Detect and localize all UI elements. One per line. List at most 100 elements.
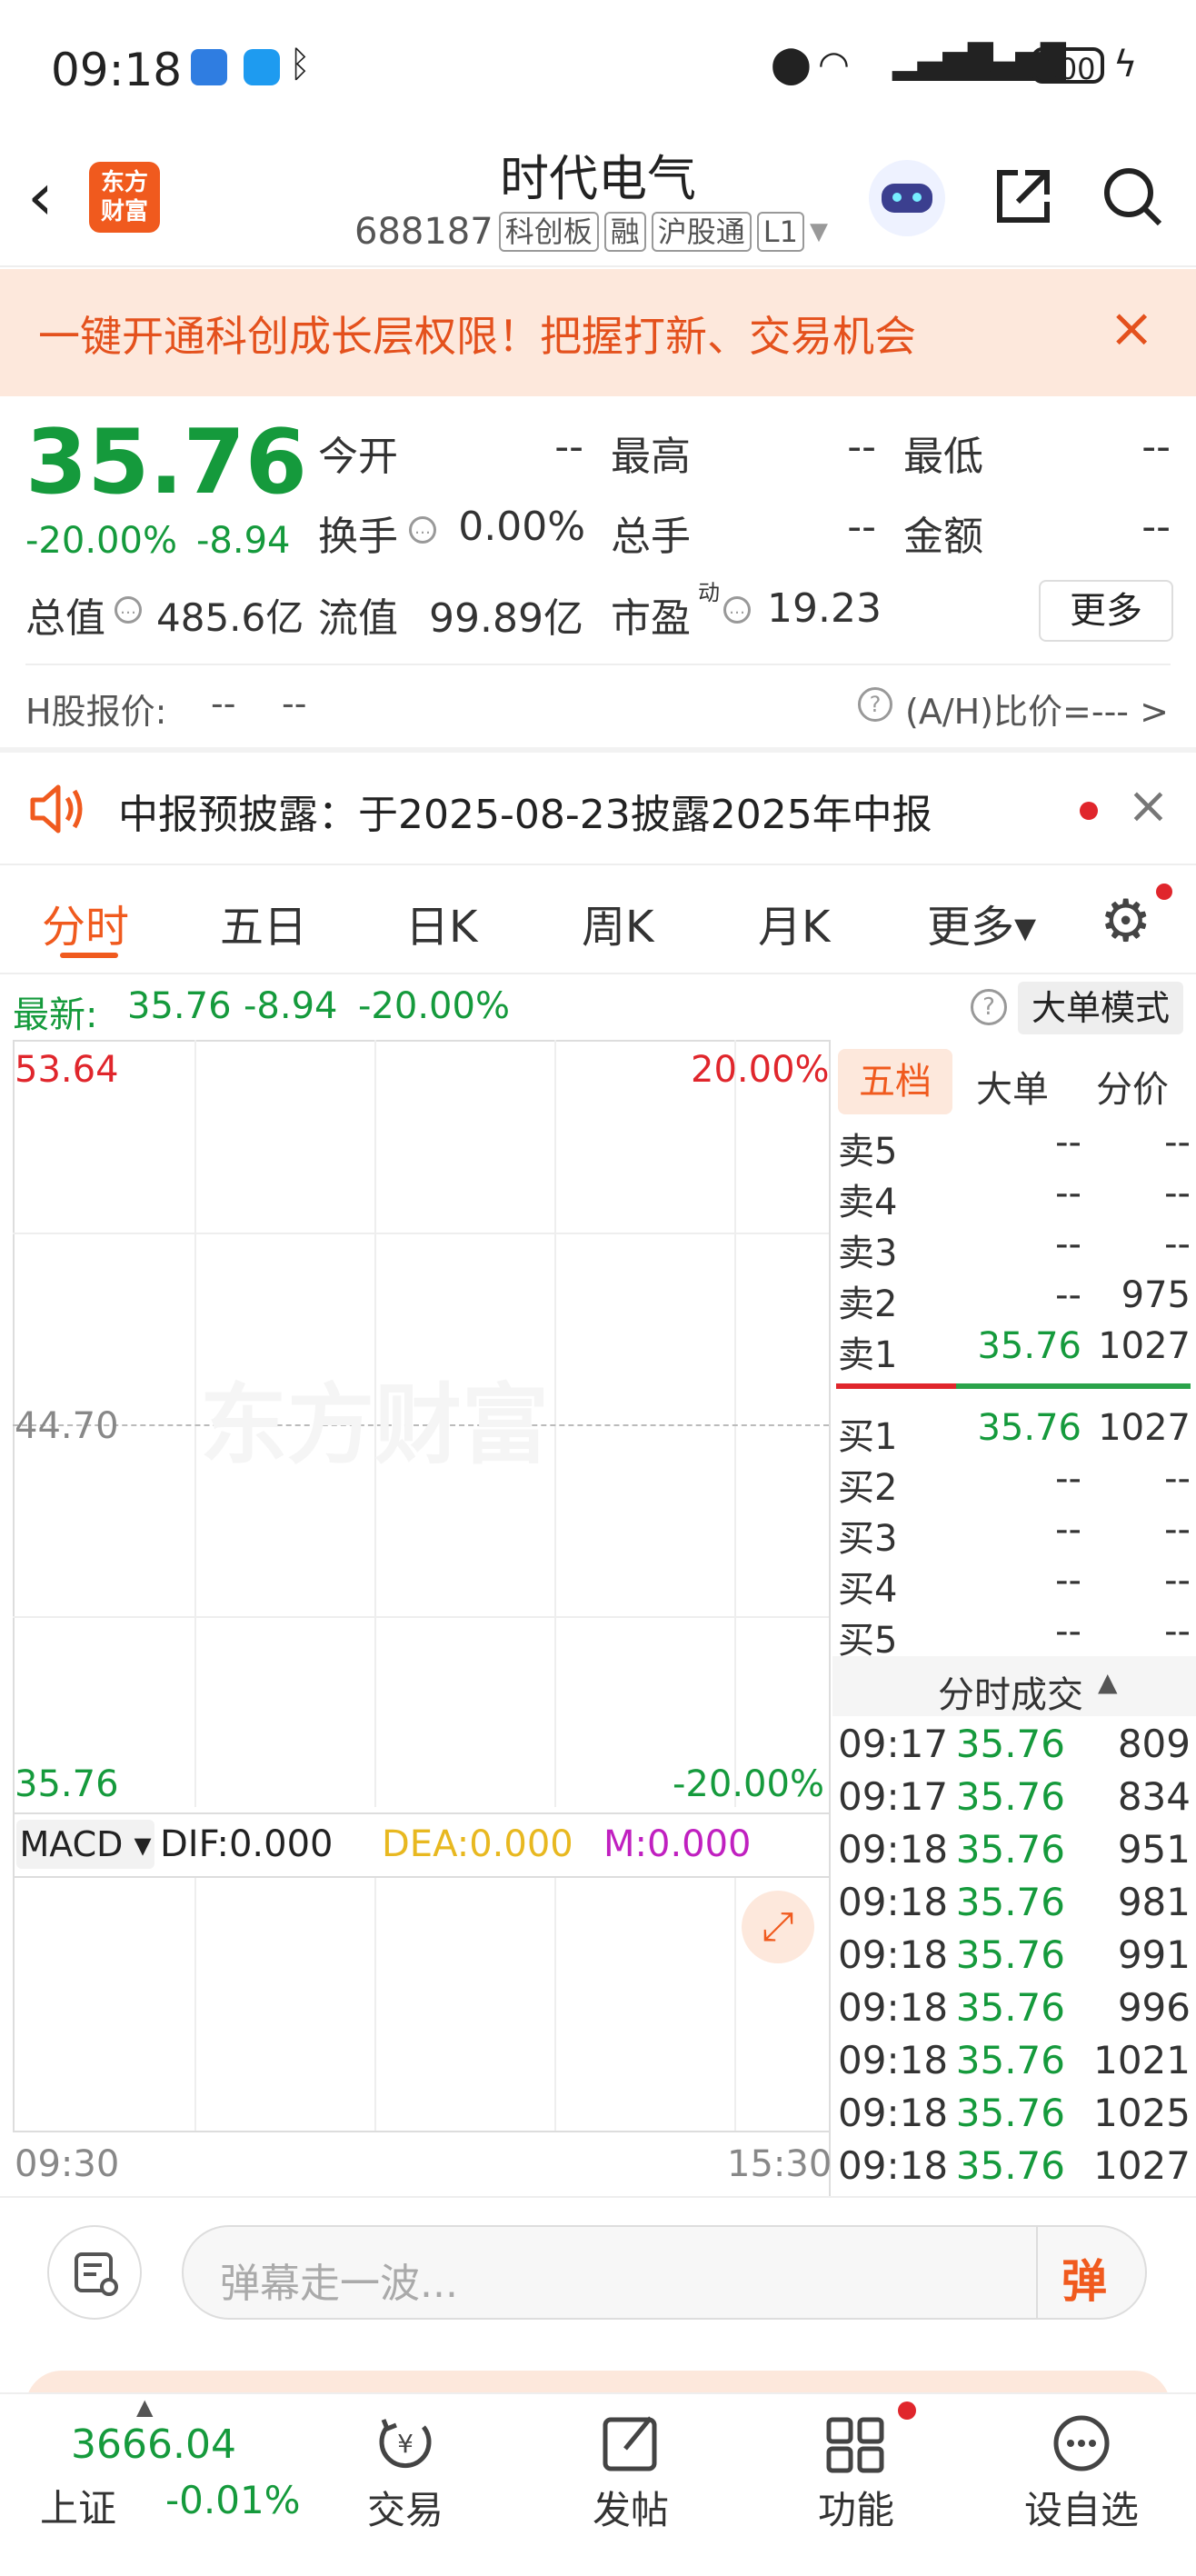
volume-label: 总手 [611,514,691,560]
big-order-mode-button[interactable]: 大单模式 [1018,982,1183,1034]
turnover-value: 0.00% [458,504,585,550]
bid-price: 35.76 [977,1407,1081,1449]
current-price: 35.76 [25,411,307,514]
ask-label: 卖5 [838,1131,898,1173]
settings-gear-icon[interactable]: ⚙ [1100,893,1151,951]
tab-monthly-k[interactable]: 月K [758,891,830,954]
close-banner-icon[interactable]: × [1109,296,1154,360]
search-icon[interactable] [1100,164,1165,229]
tab-more[interactable]: 更多▾ [927,891,1036,954]
mcap-info-icon[interactable]: … [115,596,142,624]
info-icon[interactable]: … [409,516,436,544]
grid-icon [774,2407,938,2480]
index-up-caret-icon: ▲ [136,2394,154,2420]
expand-chevron-icon[interactable]: ▼ [810,218,828,245]
trade-vol: 809 [1117,1722,1191,1766]
notice-bar[interactable]: 中报预披露：于2025-08-23披露2025年中报 × [0,754,1196,864]
danmu-toggle-icon[interactable] [47,2225,142,2320]
wifi-icon: ◠ [818,44,850,85]
chart-top-price: 53.64 [15,1049,119,1091]
trade-time: 09:18 [838,1827,949,1872]
indicator-selector[interactable]: MACD ▾ [16,1820,154,1869]
trade-price: 35.76 [955,1827,1065,1872]
index-name[interactable]: 上证 [40,2478,116,2533]
latest-help-icon[interactable]: ? [971,989,1007,1025]
tab-price-dist[interactable]: 分价 [1096,1060,1169,1113]
tag-level: L1 [756,212,804,252]
macd-dea: DEA:0.000 [382,1823,573,1865]
tag-margin: 融 [603,212,646,252]
trades-title: 分时成交 [938,1674,1083,1716]
promo-banner[interactable]: 一键开通科创成长层权限！把握打新、交易机会 × [0,269,1196,396]
amount-label: 金额 [903,514,983,560]
bid-vol: -- [1164,1611,1191,1652]
trade-vol: 991 [1117,1932,1191,1977]
trade-time: 09:18 [838,1985,949,2030]
trade-time: 09:18 [838,2091,949,2135]
chart-top-border [13,1040,829,1042]
trade-vol: 981 [1117,1880,1191,1924]
expand-icon[interactable]: ⤢ [742,1891,814,1963]
tab-daily-k[interactable]: 日K [405,891,477,954]
grid-line [13,1233,829,1234]
nav-post[interactable]: 发帖 [549,2394,713,2535]
pe-info-icon[interactable]: … [723,596,751,624]
bid-row: 买2 -- -- [838,1458,1191,1509]
trades-header[interactable]: 分时成交 ▲ [832,1656,1196,1716]
ai-assistant-icon[interactable] [869,160,945,236]
latest-change: -8.94 [244,985,338,1027]
macd-dif: DIF:0.000 [160,1823,334,1865]
ask-vol: 1027 [1098,1325,1191,1367]
nav-add-watchlist[interactable]: 设自选 [1000,2394,1163,2535]
bid-price: -- [1055,1560,1081,1602]
tab-five-levels[interactable]: 五档 [838,1049,952,1114]
tab-big-orders[interactable]: 大单 [976,1060,1049,1113]
trade-vol: 996 [1117,1985,1191,2030]
more-button[interactable]: 更多 [1039,580,1173,642]
ah-ratio[interactable]: (A/H)比价=--- > [905,684,1169,734]
bid-vol: -- [1164,1560,1191,1602]
danmu-send-button[interactable]: 弹 [1061,2245,1107,2311]
more-dots-icon [1000,2407,1163,2480]
help-icon[interactable]: ? [858,687,892,722]
turnover-label: 换手 [318,514,398,560]
ask-bar [836,1383,956,1389]
bid-vol: 1027 [1098,1407,1191,1449]
tab-five-day[interactable]: 五日 [220,891,307,954]
sort-up-icon: ▲ [1098,1667,1118,1697]
unread-dot [1080,802,1098,820]
share-icon[interactable] [991,164,1056,229]
header-divider [0,265,1196,267]
float-label: 流值 [318,595,398,642]
ask-vol: -- [1164,1173,1191,1214]
tabs-divider [0,973,1196,974]
danmu-placeholder: 弹幕走一波... [220,2261,458,2307]
ask-vol: -- [1164,1122,1191,1163]
close-notice-icon[interactable]: × [1127,776,1170,835]
grid-line [13,1616,829,1618]
status-bar: 09:18 ᛒ ⬤ ◠ ▂▄▆█ ▂▄▆█ 100 ϟ [0,0,1196,145]
grid-line [554,1878,556,2132]
trade-vol: 951 [1117,1827,1191,1872]
ask-price: -- [1055,1223,1081,1265]
trade-vol: 834 [1117,1774,1191,1819]
speaker-icon [27,782,85,836]
nav-trade[interactable]: ¥ 交易 [324,2394,487,2535]
ask-row: 卖2 -- 975 [838,1274,1191,1325]
ask-price: -- [1055,1173,1081,1214]
trade-price: 35.76 [955,1774,1065,1819]
bid-label: 买3 [838,1518,898,1560]
edit-icon [549,2407,713,2480]
tab-weekly-k[interactable]: 周K [582,891,653,954]
trade-price: 35.76 [955,1722,1065,1766]
bid-vol: -- [1164,1509,1191,1551]
change-value: -8.94 [196,520,291,562]
stock-code-row[interactable]: 688187 科创板 融 沪股通 L1 ▼ [354,211,828,253]
index-pct[interactable]: -0.01% [165,2478,301,2522]
grid-line [734,1040,736,1807]
trade-row: 09:18 35.76 1021 [838,2038,1192,2091]
tab-intraday[interactable]: 分时 [42,891,129,954]
index-value[interactable]: 3666.04 [71,2421,236,2468]
trade-price: 35.76 [955,1985,1065,2030]
danmu-input[interactable]: 弹幕走一波... 弹 [182,2225,1147,2320]
